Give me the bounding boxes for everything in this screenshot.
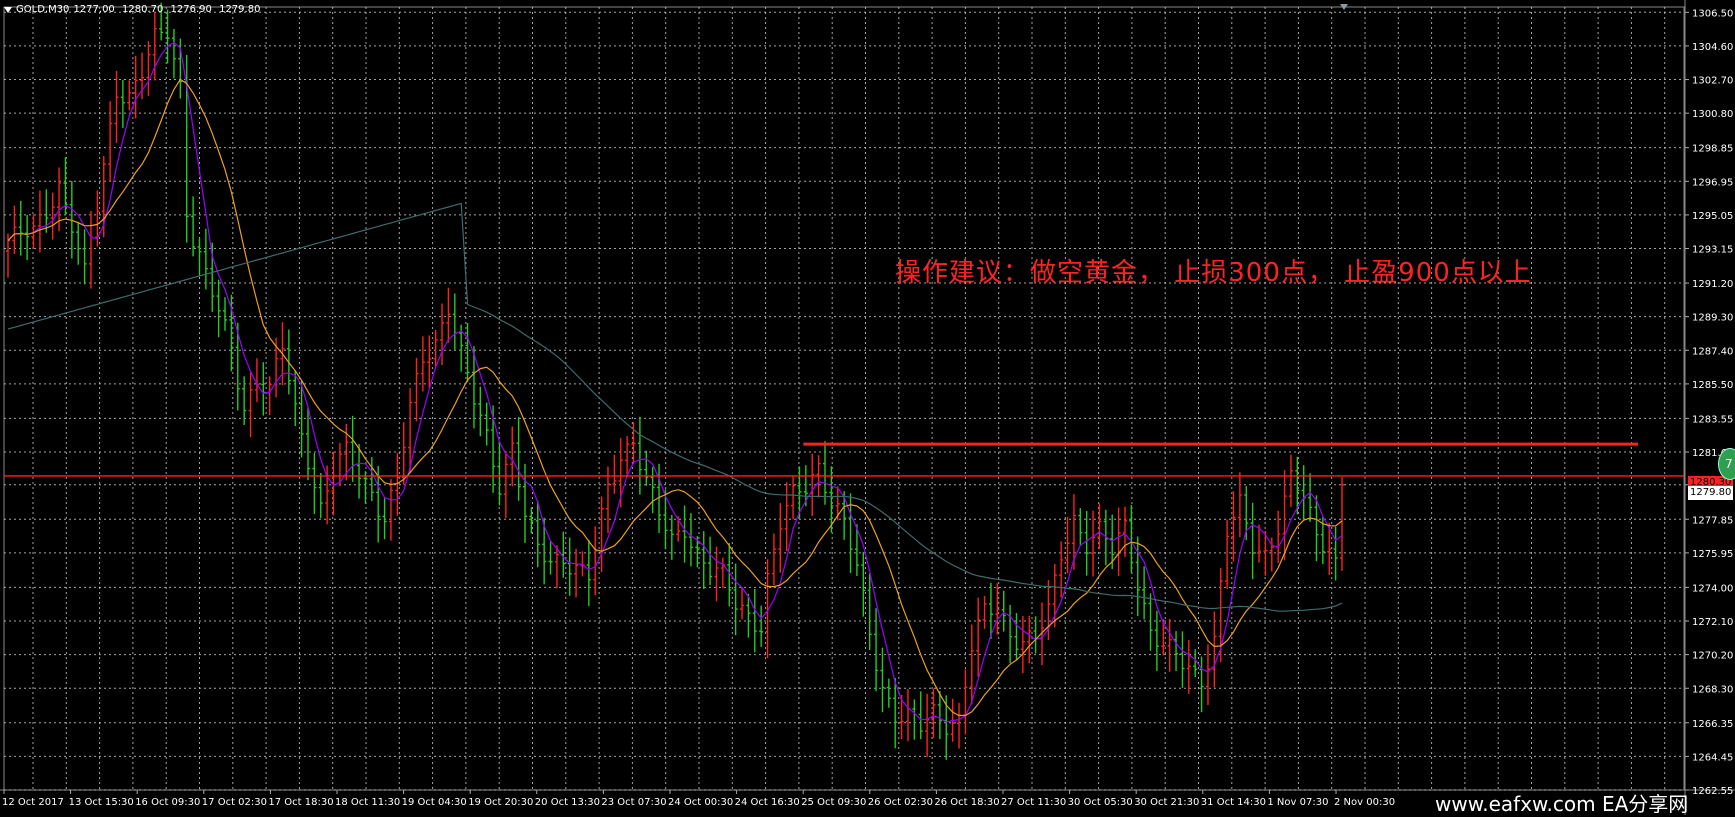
x-tick-label: 30 Oct 21:30 xyxy=(1134,797,1199,808)
close-value: 1279.80 xyxy=(219,4,261,15)
x-tick-label: 30 Oct 05:30 xyxy=(1068,797,1133,808)
y-tick-label: 1272.10 xyxy=(1692,617,1733,628)
y-tick-label: 1266.35 xyxy=(1692,719,1733,730)
x-tick-label: 27 Oct 11:30 xyxy=(1001,797,1066,808)
x-tick-label: 19 Oct 04:30 xyxy=(402,797,467,808)
x-tick-label: 25 Oct 09:30 xyxy=(801,797,866,808)
symbol-dropdown-icon[interactable] xyxy=(4,6,12,13)
y-tick-label: 1296.95 xyxy=(1692,177,1733,188)
y-tick-label: 1268.30 xyxy=(1692,684,1733,695)
alert-badge-icon[interactable]: 7 xyxy=(1718,448,1735,480)
y-tick-label: 1300.80 xyxy=(1692,109,1733,120)
y-tick-label: 1293.15 xyxy=(1692,245,1733,256)
x-tick-label: 2 Nov 00:30 xyxy=(1334,797,1395,808)
y-tick-label: 1270.20 xyxy=(1692,651,1733,662)
x-tick-label: 26 Oct 18:30 xyxy=(934,797,999,808)
x-tick-label: 17 Oct 02:30 xyxy=(202,797,267,808)
x-tick-label: 24 Oct 00:30 xyxy=(668,797,733,808)
watermark: www.eafxw.com EA分享网 xyxy=(1435,792,1689,816)
x-tick-label: 26 Oct 02:30 xyxy=(868,797,933,808)
trade-advice-annotation: 操作建议：做空黄金， 止损300点， 止盈900点以上 xyxy=(895,258,1532,288)
chart-header: GOLD,M30 1277.00 1280.70 1276.90 1279.80 xyxy=(4,4,264,15)
open-value: 1277.00 xyxy=(73,4,115,15)
x-tick-label: 17 Oct 18:30 xyxy=(268,797,333,808)
y-tick-label: 1264.45 xyxy=(1692,752,1733,763)
y-tick-label: 1302.70 xyxy=(1692,76,1733,87)
y-tick-label: 1283.55 xyxy=(1692,414,1733,425)
x-tick-label: 23 Oct 07:30 xyxy=(601,797,666,808)
y-tick-label: 1306.50 xyxy=(1692,8,1733,19)
y-tick-label: 1262.55 xyxy=(1692,786,1733,797)
x-tick-label: 1 Nov 07:30 xyxy=(1267,797,1328,808)
x-tick-label: 18 Oct 11:30 xyxy=(335,797,400,808)
high-value: 1280.70 xyxy=(121,4,164,15)
y-tick-label: 1298.85 xyxy=(1692,144,1733,155)
x-tick-label: 12 Oct 2017 xyxy=(2,797,64,808)
ma-line-fast xyxy=(7,41,1343,723)
symbol-label: GOLD,M30 xyxy=(16,4,70,15)
y-tick-label: 1285.50 xyxy=(1692,380,1733,391)
x-tick-label: 31 Oct 14:30 xyxy=(1201,797,1266,808)
y-tick-label: 1275.95 xyxy=(1692,549,1733,560)
y-tick-label: 1287.40 xyxy=(1692,346,1733,357)
y-tick-label: 1277.85 xyxy=(1692,515,1733,526)
ma-line-mid xyxy=(7,78,1343,717)
x-tick-label: 19 Oct 20:30 xyxy=(468,797,533,808)
x-tick-label: 16 Oct 09:30 xyxy=(135,797,200,808)
x-tick-label: 13 Oct 15:30 xyxy=(69,797,134,808)
y-tick-label: 1304.60 xyxy=(1692,42,1733,53)
x-tick-label: 20 Oct 13:30 xyxy=(535,797,600,808)
low-value: 1276.90 xyxy=(170,4,212,15)
y-tick-label: 1274.00 xyxy=(1692,583,1733,594)
x-tick-label: 24 Oct 16:30 xyxy=(735,797,800,808)
y-tick-label: 1289.30 xyxy=(1692,313,1733,324)
y-tick-label: 1295.05 xyxy=(1692,211,1733,222)
current-price-tag: 1279.80 xyxy=(1688,486,1733,500)
price-chart[interactable]: 1306.50 1304.60 1302.70 1300.80 1298.85 1296.… xyxy=(0,0,1735,815)
y-tick-label: 1291.20 xyxy=(1692,279,1733,290)
